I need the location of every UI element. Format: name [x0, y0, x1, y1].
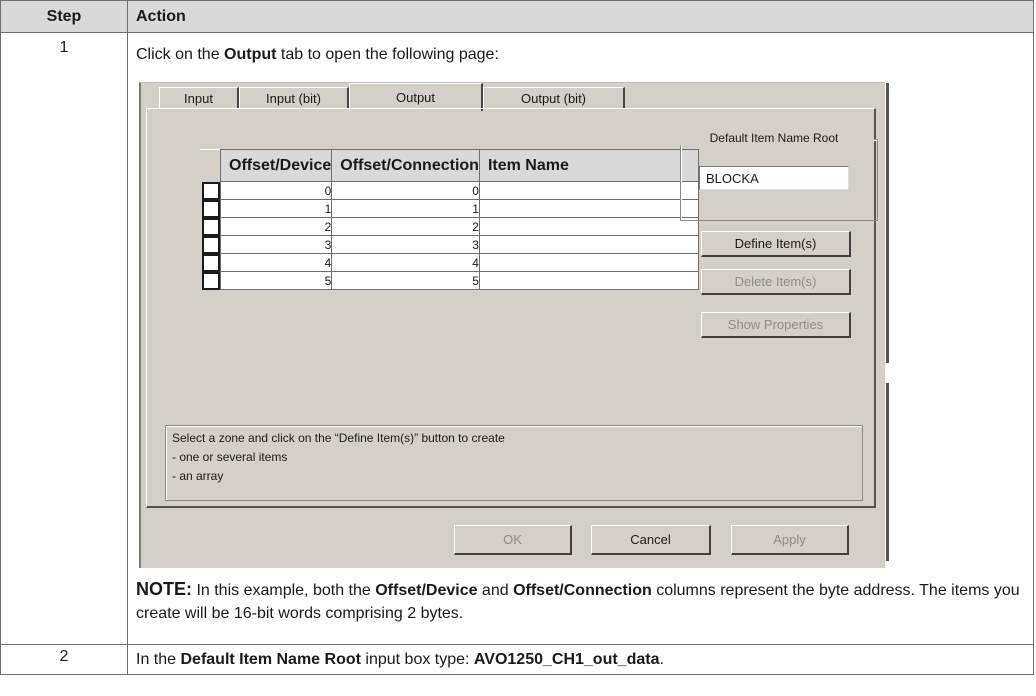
hint-box: Select a zone and click on the “Define I…: [165, 425, 863, 501]
item-name-cell[interactable]: [478, 253, 699, 272]
step-instruction: Click on the Output tab to open the foll…: [136, 46, 499, 63]
grid-header-row: Offset/Device Offset/Connection Item Nam…: [200, 149, 699, 182]
show-properties-button[interactable]: Show Properties: [701, 312, 851, 338]
output-tab-panel: Offset/Device Offset/Connection Item Nam…: [146, 108, 878, 508]
item-name-cell[interactable]: [478, 217, 699, 236]
define-items-button[interactable]: Define Item(s): [701, 231, 851, 257]
step-number: 2: [0, 644, 128, 675]
row-checkbox[interactable]: [202, 217, 220, 236]
ok-button[interactable]: OK: [454, 525, 572, 555]
item-name-cell[interactable]: [478, 235, 699, 254]
tab-bar: Input Input (bit) Output Output (bit): [141, 83, 885, 111]
offset-device-cell[interactable]: 3: [219, 235, 333, 254]
offset-connection-cell[interactable]: 0: [331, 181, 480, 200]
step-number: 1: [0, 32, 128, 645]
offset-connection-cell[interactable]: 5: [331, 271, 480, 290]
row-checkbox[interactable]: [202, 181, 220, 200]
column-offset-connection[interactable]: Offset/Connection: [331, 149, 480, 182]
item-name-cell[interactable]: [478, 181, 699, 200]
item-definition-dialog: Input Input (bit) Output Output (bit) Of…: [139, 82, 889, 568]
delete-items-button[interactable]: Delete Item(s): [701, 269, 851, 295]
table-row[interactable]: 00: [200, 181, 699, 200]
table-row[interactable]: 44: [200, 253, 699, 272]
cancel-button[interactable]: Cancel: [591, 525, 711, 555]
offset-connection-cell[interactable]: 3: [331, 235, 480, 254]
hint-line: - one or several items: [172, 450, 288, 464]
offset-connection-cell[interactable]: 4: [331, 253, 480, 272]
tab-input-bit[interactable]: Input (bit): [239, 87, 349, 109]
row-checkbox[interactable]: [202, 199, 220, 218]
step-column-header: Step: [0, 0, 128, 33]
hint-line: Select a zone and click on the “Define I…: [172, 431, 505, 445]
offset-device-cell[interactable]: 4: [219, 253, 333, 272]
offset-device-cell[interactable]: 0: [219, 181, 333, 200]
table-row: 2 In the Default Item Name Root input bo…: [0, 644, 1034, 675]
hint-line: - an array: [172, 469, 224, 483]
table-header-row: Step Action: [0, 0, 1034, 33]
items-grid[interactable]: Offset/Device Offset/Connection Item Nam…: [200, 149, 699, 290]
item-name-cell[interactable]: [478, 199, 699, 218]
tab-input[interactable]: Input: [159, 87, 239, 109]
action-cell: Click on the Output tab to open the foll…: [127, 32, 1034, 645]
tab-output[interactable]: Output: [349, 83, 483, 111]
column-item-name[interactable]: Item Name: [478, 149, 699, 182]
table-row[interactable]: 33: [200, 235, 699, 254]
default-item-name-root-label: Default Item Name Root: [674, 131, 874, 145]
offset-device-cell[interactable]: 5: [219, 271, 333, 290]
table-row[interactable]: 11: [200, 199, 699, 218]
offset-connection-cell[interactable]: 1: [331, 199, 480, 218]
apply-button[interactable]: Apply: [731, 525, 849, 555]
tab-output-bit[interactable]: Output (bit): [483, 87, 625, 109]
row-checkbox[interactable]: [202, 253, 220, 272]
item-name-cell[interactable]: [478, 271, 699, 290]
column-offset-device[interactable]: Offset/Device: [219, 149, 333, 182]
instruction-table: Step Action 1 Click on the Output tab to…: [0, 0, 1034, 675]
table-row[interactable]: 55: [200, 271, 699, 290]
action-cell: In the Default Item Name Root input box …: [127, 644, 1034, 675]
offset-device-cell[interactable]: 1: [219, 199, 333, 218]
default-item-name-root-input[interactable]: BLOCKA: [699, 166, 849, 190]
note-paragraph: NOTE: In this example, both the Offset/D…: [136, 579, 1020, 622]
row-checkbox[interactable]: [202, 235, 220, 254]
dialog-footer: OK Cancel Apply: [141, 513, 885, 568]
table-row: 1 Click on the Output tab to open the fo…: [0, 32, 1034, 645]
action-column-header: Action: [127, 0, 1034, 33]
row-checkbox[interactable]: [202, 271, 220, 290]
table-row[interactable]: 22: [200, 217, 699, 236]
offset-device-cell[interactable]: 2: [219, 217, 333, 236]
offset-connection-cell[interactable]: 2: [331, 217, 480, 236]
